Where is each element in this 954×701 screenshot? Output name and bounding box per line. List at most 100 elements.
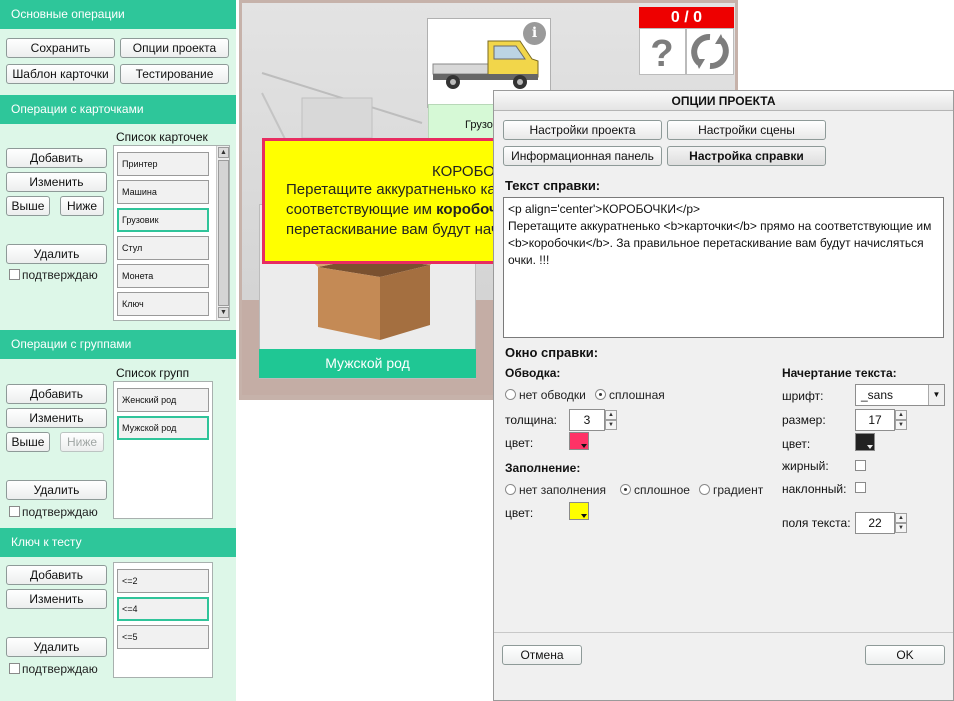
scroll-thumb[interactable] (218, 160, 229, 306)
svg-text:?: ? (650, 33, 673, 74)
fill-color-picker[interactable] (569, 502, 589, 520)
project-options-button[interactable]: Опции проекта (120, 38, 229, 58)
add-card-button[interactable]: Добавить (6, 148, 107, 168)
list-item[interactable]: <=2 (117, 569, 209, 593)
list-item[interactable]: Стул (117, 236, 209, 260)
list-item-selected[interactable]: Грузовик (117, 208, 209, 232)
list-item[interactable]: Ключ (117, 292, 209, 316)
text-style-label: Начертание текста: (782, 366, 897, 380)
edit-key-button[interactable]: Изменить (6, 589, 107, 609)
scroll-up-icon[interactable]: ▲ (218, 147, 229, 158)
confirm-card-delete[interactable]: подтверждаю (9, 268, 98, 282)
bold-checkbox[interactable] (855, 460, 866, 471)
list-item[interactable]: <=5 (117, 625, 209, 649)
checkbox-icon[interactable] (9, 506, 20, 517)
dropdown-arrow-icon[interactable]: ▼ (928, 385, 944, 405)
group-ops-header: Операции с группами (0, 330, 236, 359)
help-text-label: Текст справки: (505, 178, 601, 193)
question-icon: ? (650, 33, 673, 75)
help-popup-line: соответствующие им коробочки (286, 201, 499, 218)
dialog-footer-divider (494, 632, 953, 633)
cancel-button[interactable]: Отмена (502, 645, 582, 665)
add-key-button[interactable]: Добавить (6, 565, 107, 585)
sidebar: Основные операции Сохранить Опции проект… (0, 0, 236, 701)
save-button[interactable]: Сохранить (6, 38, 115, 58)
tab-help-settings[interactable]: Настройка справки (667, 146, 826, 166)
list-item-selected[interactable]: <=4 (117, 597, 209, 621)
decrement-icon[interactable]: ▼ (605, 420, 617, 430)
increment-icon[interactable]: ▲ (895, 410, 907, 420)
move-card-down-button[interactable]: Ниже (60, 196, 104, 216)
increment-icon[interactable]: ▲ (605, 410, 617, 420)
help-text-editor[interactable]: <p align='center'>КОРОБОЧКИ</p> Перетащи… (503, 197, 944, 338)
restart-button[interactable] (686, 28, 734, 75)
fill-gradient-radio[interactable]: градиент (699, 483, 763, 497)
size-label: размер: (782, 413, 826, 427)
key-ops-header: Ключ к тесту (0, 528, 236, 557)
text-color-picker[interactable] (855, 433, 875, 451)
score-display: 0 / 0 (639, 7, 734, 28)
border-color-picker[interactable] (569, 432, 589, 450)
tab-info-panel[interactable]: Информационная панель (503, 146, 662, 166)
text-padding-stepper[interactable]: 22 ▲ ▼ (855, 512, 907, 534)
delete-group-button[interactable]: Удалить (6, 480, 107, 500)
info-icon[interactable]: i (523, 22, 546, 45)
radio-checked-icon (595, 389, 606, 400)
move-group-down-button[interactable]: Ниже (60, 432, 104, 452)
confirm-group-delete[interactable]: подтверждаю (9, 505, 98, 519)
delete-card-button[interactable]: Удалить (6, 244, 107, 264)
tab-scene-settings[interactable]: Настройки сцены (667, 120, 826, 140)
card-list[interactable]: Принтер Машина Грузовик Стул Монета Ключ… (113, 145, 230, 321)
list-item[interactable]: Принтер (117, 152, 209, 176)
italic-label: наклонный: (782, 482, 847, 496)
confirm-key-delete[interactable]: подтверждаю (9, 662, 98, 676)
help-window-label: Окно справки: (505, 345, 599, 360)
delete-key-button[interactable]: Удалить (6, 637, 107, 657)
tab-project-settings[interactable]: Настройки проекта (503, 120, 662, 140)
move-group-up-button[interactable]: Выше (6, 432, 50, 452)
list-item[interactable]: Машина (117, 180, 209, 204)
text-padding-label: поля текста: (782, 516, 851, 530)
thickness-stepper[interactable]: 3 ▲ ▼ (569, 409, 617, 431)
increment-icon[interactable]: ▲ (895, 513, 907, 523)
radio-checked-icon (620, 484, 631, 495)
border-color-label: цвет: (505, 436, 534, 450)
add-group-button[interactable]: Добавить (6, 384, 107, 404)
border-none-radio[interactable]: нет обводки (505, 388, 586, 402)
border-solid-radio[interactable]: сплошная (595, 388, 665, 402)
ok-button[interactable]: OK (865, 645, 945, 665)
card-ops-header: Операции с карточками (0, 95, 236, 124)
fill-none-radio[interactable]: нет заполнения (505, 483, 606, 497)
list-item-selected[interactable]: Мужской род (117, 416, 209, 440)
move-card-up-button[interactable]: Выше (6, 196, 50, 216)
refresh-icon (691, 34, 729, 69)
group-list[interactable]: Женский род Мужской род (113, 381, 213, 519)
decrement-icon[interactable]: ▼ (895, 420, 907, 430)
text-color-label: цвет: (782, 437, 811, 451)
edit-card-button[interactable]: Изменить (6, 172, 107, 192)
list-item[interactable]: Женский род (117, 388, 209, 412)
checkbox-icon[interactable] (9, 663, 20, 674)
card-template-button[interactable]: Шаблон карточки (6, 64, 115, 84)
key-list[interactable]: <=2 <=4 <=5 (113, 562, 213, 678)
help-popup-line: перетаскивание вам будут начисляться очк… (286, 221, 499, 238)
scroll-down-icon[interactable]: ▼ (218, 307, 229, 318)
testing-button[interactable]: Тестирование (120, 64, 229, 84)
fill-label: Заполнение: (505, 461, 581, 475)
decrement-icon[interactable]: ▼ (895, 523, 907, 533)
card-list-scrollbar[interactable]: ▲ ▼ (216, 146, 229, 320)
radio-icon (699, 484, 710, 495)
fill-solid-radio[interactable]: сплошное (620, 483, 690, 497)
font-label: шрифт: (782, 389, 824, 403)
edit-group-button[interactable]: Изменить (6, 408, 107, 428)
checkbox-icon[interactable] (9, 269, 20, 280)
basic-ops-header: Основные операции (0, 0, 236, 29)
card-list-caption: Список карточек (116, 130, 208, 144)
font-select[interactable]: _sans ▼ (855, 384, 945, 406)
help-button[interactable]: ? (639, 28, 686, 75)
group-label: Мужской род (259, 349, 476, 378)
italic-checkbox[interactable] (855, 482, 866, 493)
size-stepper[interactable]: 17 ▲ ▼ (855, 409, 907, 431)
list-item[interactable]: Монета (117, 264, 209, 288)
help-popup-title: КОРОБОЧКИ (432, 163, 499, 180)
